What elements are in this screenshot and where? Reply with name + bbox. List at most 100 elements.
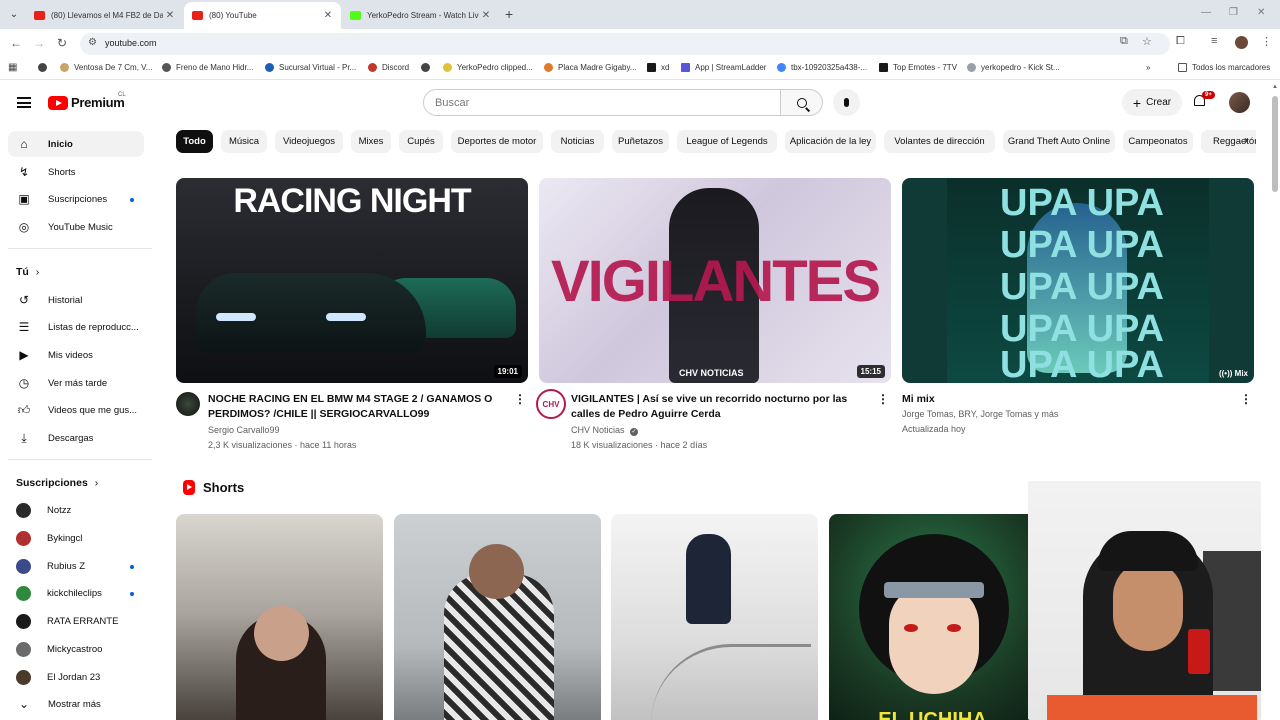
video-thumbnail[interactable]: RACING NIGHT 19:01 xyxy=(176,178,528,383)
extensions-icon[interactable]: ⧠ xyxy=(1176,35,1185,48)
browser-tab-active[interactable]: (80) YouTube ✕ xyxy=(184,2,341,29)
sidebar-channel[interactable]: Notzz xyxy=(8,497,144,523)
back-icon[interactable]: ← xyxy=(10,36,22,50)
chip-todo[interactable]: Todo xyxy=(176,130,213,153)
channel-name-row[interactable]: CHV Noticias ✓ xyxy=(571,423,639,438)
video-card[interactable]: RACING NIGHT 19:01 NOCHE RACING EN EL BM… xyxy=(176,178,528,458)
sidebar-channel[interactable]: RATA ERRANTE xyxy=(8,608,144,634)
address-input[interactable]: ⚙ youtube.com xyxy=(80,33,1170,55)
bookmark-item[interactable]: Sucursal Virtual - Pr... xyxy=(265,63,356,72)
sidebar-section-you[interactable]: Tú › xyxy=(16,266,39,278)
more-options-icon[interactable]: ⋮ xyxy=(514,392,526,406)
bookmark-folder[interactable]: Todos los marcadores xyxy=(1178,63,1270,72)
install-app-icon[interactable]: ⧉ xyxy=(1120,35,1128,48)
browser-menu-icon[interactable]: ⋮ xyxy=(1261,35,1272,48)
chip[interactable]: Cupés xyxy=(399,130,443,153)
chip[interactable]: Puñetazos xyxy=(612,130,669,153)
browser-profile-avatar[interactable] xyxy=(1235,36,1248,49)
notifications-button[interactable]: 9+ xyxy=(1194,91,1215,108)
sidebar-channel[interactable]: Mickycastroo xyxy=(8,636,144,662)
sidebar-item-listas[interactable]: ☰ Listas de reproducc... xyxy=(8,314,144,340)
bookmark-item[interactable]: xd xyxy=(647,63,669,72)
chip[interactable]: Aplicación de la ley xyxy=(785,130,876,153)
sidebar-item-mis-videos[interactable]: ▶ Mis videos xyxy=(8,342,144,368)
sidebar-channel[interactable]: Bykingcl xyxy=(8,525,144,551)
browser-tab[interactable]: (80) Llevamos el M4 FB2 de Da ✕ xyxy=(26,2,183,29)
bookmark-item[interactable]: Placa Madre Gigaby... xyxy=(544,63,637,72)
channel-name[interactable]: Sergio Carvallo99 xyxy=(208,423,280,438)
close-tab-icon[interactable]: ✕ xyxy=(163,10,177,21)
chip[interactable]: Campeonatos xyxy=(1123,130,1193,153)
more-options-icon[interactable]: ⋮ xyxy=(1240,392,1252,406)
short-thumbnail[interactable] xyxy=(611,514,818,720)
bookmark-item[interactable]: Top Emotes - 7TV xyxy=(879,63,957,72)
video-thumbnail[interactable]: UPA UPA UPA UPA UPA UPA UPA UPA UPA UPA … xyxy=(902,178,1254,383)
chip[interactable]: Noticias xyxy=(551,130,604,153)
bookmark-item[interactable]: YerkoPedro clipped... xyxy=(443,63,533,72)
tab-search-icon[interactable]: ⌄ xyxy=(6,6,22,22)
bookmark-item[interactable]: Ventosa De 7 Cm, V... xyxy=(60,63,152,72)
search-button[interactable] xyxy=(781,89,823,116)
scrollbar-thumb[interactable] xyxy=(1272,96,1278,192)
chip[interactable]: Volantes de dirección xyxy=(884,130,995,153)
sidebar-section-subscriptions[interactable]: Suscripciones › xyxy=(16,477,98,489)
sidebar-item-historial[interactable]: ↺ Historial xyxy=(8,287,144,313)
sidebar-channel[interactable]: kickchileclips xyxy=(8,580,144,606)
video-title[interactable]: NOCHE RACING EN EL BMW M4 STAGE 2 / GANA… xyxy=(208,392,493,422)
account-avatar[interactable] xyxy=(1229,92,1250,113)
sidebar-channel[interactable]: Rubius Z xyxy=(8,553,144,579)
scroll-up-icon[interactable]: ▲ xyxy=(1272,84,1278,90)
bookmark-item[interactable]: tbx-10920325a438-... xyxy=(777,63,867,72)
minimize-icon[interactable]: — xyxy=(1201,7,1211,18)
bookmark-globe-icon[interactable] xyxy=(421,63,435,72)
forward-icon[interactable]: → xyxy=(33,36,45,50)
reading-list-icon[interactable]: ≡ xyxy=(1211,35,1217,47)
video-thumbnail[interactable]: VIGILANTES CHV NOTICIAS 15:15 xyxy=(539,178,891,383)
close-tab-icon[interactable]: ✕ xyxy=(321,10,335,21)
site-info-icon[interactable]: ⚙ xyxy=(88,37,97,48)
short-thumbnail[interactable] xyxy=(176,514,383,720)
sidebar-channel[interactable]: El Jordan 23 xyxy=(8,664,144,690)
bookmark-star-icon[interactable]: ☆ xyxy=(1142,35,1152,48)
browser-tab[interactable]: YerkoPedro Stream - Watch Live ✕ xyxy=(342,2,499,29)
chip[interactable]: League of Legends xyxy=(677,130,777,153)
new-tab-icon[interactable]: + xyxy=(505,6,513,22)
short-thumbnail[interactable]: EL UCHIHA xyxy=(829,514,1036,720)
video-title[interactable]: VIGILANTES | Así se vive un recorrido no… xyxy=(571,392,856,422)
show-more-button[interactable]: ⌄ Mostrar más xyxy=(8,691,144,717)
sidebar-item-ver-mas-tarde[interactable]: ◷ Ver más tarde xyxy=(8,370,144,396)
chip[interactable]: Música xyxy=(221,130,267,153)
sidebar-item-suscripciones[interactable]: ▣ Suscripciones xyxy=(8,186,144,212)
channel-avatar[interactable] xyxy=(176,392,200,416)
short-thumbnail[interactable] xyxy=(394,514,601,720)
bookmark-item[interactable]: Freno de Mano Hidr... xyxy=(162,63,253,72)
video-card[interactable]: VIGILANTES CHV NOTICIAS 15:15 CHV VIGILA… xyxy=(536,178,891,458)
bookmark-item[interactable]: Discord xyxy=(368,63,409,72)
youtube-premium-logo[interactable]: Premium CL xyxy=(48,92,126,110)
sidebar-item-inicio[interactable]: ⌂ Inicio xyxy=(8,131,144,157)
close-tab-icon[interactable]: ✕ xyxy=(479,10,493,21)
chip[interactable]: Mixes xyxy=(351,130,391,153)
chip[interactable]: Deportes de motor xyxy=(451,130,543,153)
close-window-icon[interactable]: ✕ xyxy=(1257,7,1265,18)
chip[interactable]: Grand Theft Auto Online xyxy=(1003,130,1115,153)
reload-icon[interactable]: ↻ xyxy=(57,36,67,50)
bookmark-globe-icon[interactable] xyxy=(38,63,52,72)
sidebar-item-youtube-music[interactable]: ◎ YouTube Music xyxy=(8,214,144,240)
chevron-right-icon[interactable]: › xyxy=(1244,133,1248,147)
maximize-icon[interactable]: ❐ xyxy=(1229,7,1238,18)
more-bookmarks-icon[interactable]: » xyxy=(1146,63,1150,72)
mix-card[interactable]: UPA UPA UPA UPA UPA UPA UPA UPA UPA UPA … xyxy=(902,178,1254,458)
bookmark-item[interactable]: yerkopedro - Kick St... xyxy=(967,63,1060,72)
bookmark-item[interactable]: App | StreamLadder xyxy=(681,63,766,72)
voice-search-button[interactable] xyxy=(833,89,860,116)
apps-grid-icon[interactable]: ▦ xyxy=(8,62,17,73)
sidebar-item-videos-que-me-gustan[interactable]: 👍︎ Videos que me gus... xyxy=(8,397,144,423)
more-options-icon[interactable]: ⋮ xyxy=(877,392,889,406)
sidebar-item-shorts[interactable]: ↯ Shorts xyxy=(8,159,144,185)
video-title[interactable]: Mi mix xyxy=(902,392,1187,407)
create-button[interactable]: + Crear xyxy=(1122,89,1182,116)
search-input[interactable]: Buscar xyxy=(423,89,781,116)
menu-icon[interactable] xyxy=(17,97,31,108)
sidebar-item-descargas[interactable]: ⤓ Descargas xyxy=(8,425,144,451)
